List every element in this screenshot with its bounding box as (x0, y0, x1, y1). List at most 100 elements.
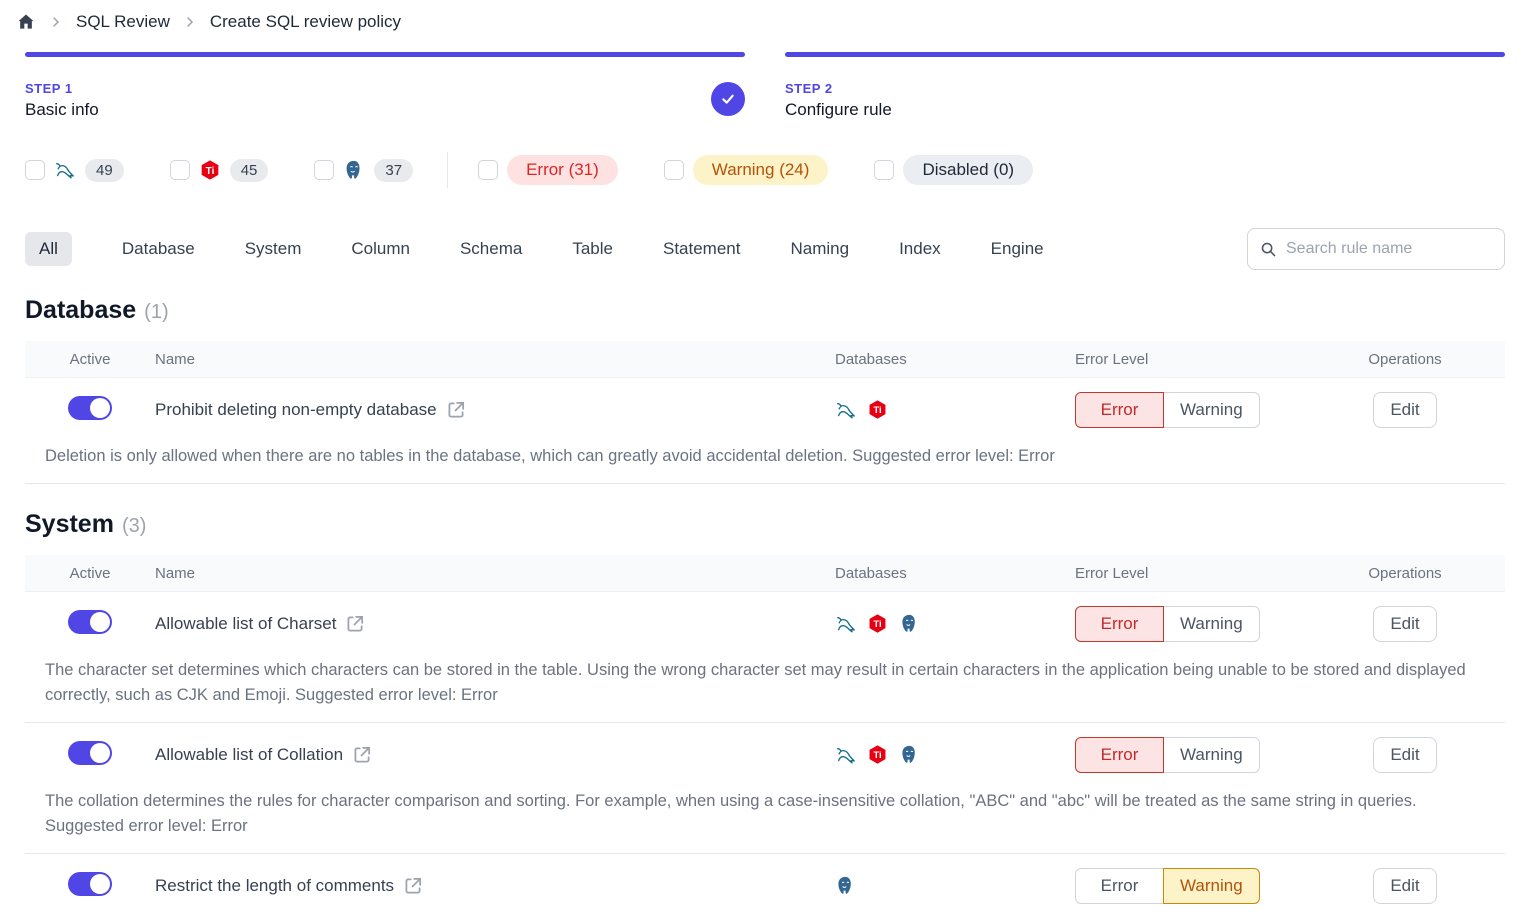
breadcrumb-sql-review[interactable]: SQL Review (76, 12, 170, 32)
search-box[interactable] (1247, 228, 1505, 270)
table-row: Allowable list of Collation Error Warnin… (25, 723, 1505, 854)
rule-name-link[interactable]: Allowable list of Collation (155, 744, 785, 766)
filter-level-warning: Warning (24) (664, 155, 829, 185)
error-level-segmented: Error Warning (1075, 392, 1260, 428)
section-database: Database (1) Active Name Databases Error… (0, 296, 1530, 484)
step-1-completed-badge (711, 82, 745, 116)
external-link-icon (351, 744, 373, 766)
rule-name-link[interactable]: Prohibit deleting non-empty database (155, 399, 785, 421)
search-input[interactable] (1286, 240, 1492, 258)
filter-engine-postgres: 37 (314, 159, 413, 182)
step-2-progress-bar (785, 52, 1505, 57)
tidb-count-badge: 45 (230, 159, 269, 182)
tab-engine[interactable]: Engine (991, 239, 1044, 259)
warning-filter-badge[interactable]: Warning (24) (693, 155, 829, 185)
rule-name-link[interactable]: Allowable list of Charset (155, 613, 785, 635)
header-error-level: Error Level (1025, 565, 1305, 582)
error-level-warning-button[interactable]: Warning (1163, 737, 1260, 773)
table-row: Restrict the length of comments Error Wa… (25, 854, 1505, 912)
rule-engines (785, 875, 1025, 897)
header-name: Name (155, 565, 785, 582)
edit-button[interactable]: Edit (1373, 392, 1437, 428)
category-tabs: All Database System Column Schema Table … (25, 232, 1247, 266)
error-level-warning-button[interactable]: Warning (1163, 606, 1260, 642)
section-title: Database (25, 296, 136, 325)
rule-active-toggle[interactable] (68, 396, 112, 420)
error-level-error-button[interactable]: Error (1075, 606, 1164, 642)
table-header-row: Active Name Databases Error Level Operat… (25, 555, 1505, 592)
filter-bar: 49 45 37 Error (31) Warning (24) Disable… (0, 154, 1530, 186)
rule-engines (785, 744, 1025, 766)
tab-naming[interactable]: Naming (790, 239, 849, 259)
error-level-error-button[interactable]: Error (1075, 392, 1164, 428)
rule-engines (785, 399, 1025, 421)
warning-filter-checkbox[interactable] (664, 160, 684, 180)
tab-statement[interactable]: Statement (663, 239, 741, 259)
tidb-filter-checkbox[interactable] (170, 160, 190, 180)
step-indicator: STEP 1 Basic info STEP 2 Configure rule (0, 52, 1530, 120)
postgres-icon (835, 875, 857, 897)
rule-active-toggle[interactable] (68, 741, 112, 765)
step-2[interactable]: STEP 2 Configure rule (785, 52, 1505, 120)
section-count: (3) (122, 515, 146, 538)
tidb-icon (867, 399, 889, 421)
postgres-icon (343, 159, 365, 181)
breadcrumb-create-policy: Create SQL review policy (210, 12, 401, 32)
edit-button[interactable]: Edit (1373, 868, 1437, 904)
error-level-error-button[interactable]: Error (1075, 737, 1164, 773)
home-icon[interactable] (16, 12, 36, 32)
step-2-title: Configure rule (785, 100, 1505, 120)
mysql-icon (835, 613, 857, 635)
chevron-right-icon (50, 16, 62, 28)
header-operations: Operations (1305, 565, 1505, 582)
mysql-count-badge: 49 (85, 159, 124, 182)
error-filter-checkbox[interactable] (478, 160, 498, 180)
external-link-icon (402, 875, 424, 897)
step-1-label: STEP 1 (25, 81, 745, 96)
tab-database[interactable]: Database (122, 239, 195, 259)
mysql-filter-checkbox[interactable] (25, 160, 45, 180)
tab-table[interactable]: Table (572, 239, 613, 259)
postgres-filter-checkbox[interactable] (314, 160, 334, 180)
rule-table: Active Name Databases Error Level Operat… (25, 555, 1505, 912)
error-level-warning-button[interactable]: Warning (1163, 868, 1260, 904)
tidb-icon (867, 613, 889, 635)
tidb-icon (867, 744, 889, 766)
error-filter-badge[interactable]: Error (31) (507, 155, 618, 185)
mysql-icon (54, 159, 76, 181)
disabled-filter-checkbox[interactable] (874, 160, 894, 180)
rule-description: Deletion is only allowed when there are … (25, 442, 1505, 483)
error-level-warning-button[interactable]: Warning (1163, 392, 1260, 428)
rule-active-toggle[interactable] (68, 872, 112, 896)
external-link-icon (344, 613, 366, 635)
edit-button[interactable]: Edit (1373, 606, 1437, 642)
postgres-count-badge: 37 (374, 159, 413, 182)
rule-active-toggle[interactable] (68, 610, 112, 634)
error-level-segmented: Error Warning (1075, 868, 1260, 904)
tab-system[interactable]: System (245, 239, 302, 259)
error-level-error-button[interactable]: Error (1075, 868, 1164, 904)
disabled-filter-badge[interactable]: Disabled (0) (903, 155, 1033, 185)
header-name: Name (155, 351, 785, 368)
header-databases: Databases (785, 565, 1025, 582)
tab-column[interactable]: Column (351, 239, 410, 259)
tab-all[interactable]: All (25, 232, 72, 266)
rule-table: Active Name Databases Error Level Operat… (25, 341, 1505, 484)
step-1[interactable]: STEP 1 Basic info (25, 52, 745, 120)
rule-name-link[interactable]: Restrict the length of comments (155, 875, 785, 897)
section-count: (1) (144, 301, 168, 324)
section-system: System (3) Active Name Databases Error L… (0, 510, 1530, 912)
edit-button[interactable]: Edit (1373, 737, 1437, 773)
rule-engines (785, 613, 1025, 635)
step-2-label: STEP 2 (785, 81, 1505, 96)
search-icon (1260, 241, 1277, 258)
header-operations: Operations (1305, 351, 1505, 368)
category-tabs-row: All Database System Column Schema Table … (0, 228, 1530, 270)
header-error-level: Error Level (1025, 351, 1305, 368)
breadcrumb: SQL Review Create SQL review policy (0, 0, 1530, 42)
check-icon (720, 91, 736, 107)
tab-schema[interactable]: Schema (460, 239, 522, 259)
filter-level-disabled: Disabled (0) (874, 155, 1033, 185)
table-header-row: Active Name Databases Error Level Operat… (25, 341, 1505, 378)
tab-index[interactable]: Index (899, 239, 941, 259)
